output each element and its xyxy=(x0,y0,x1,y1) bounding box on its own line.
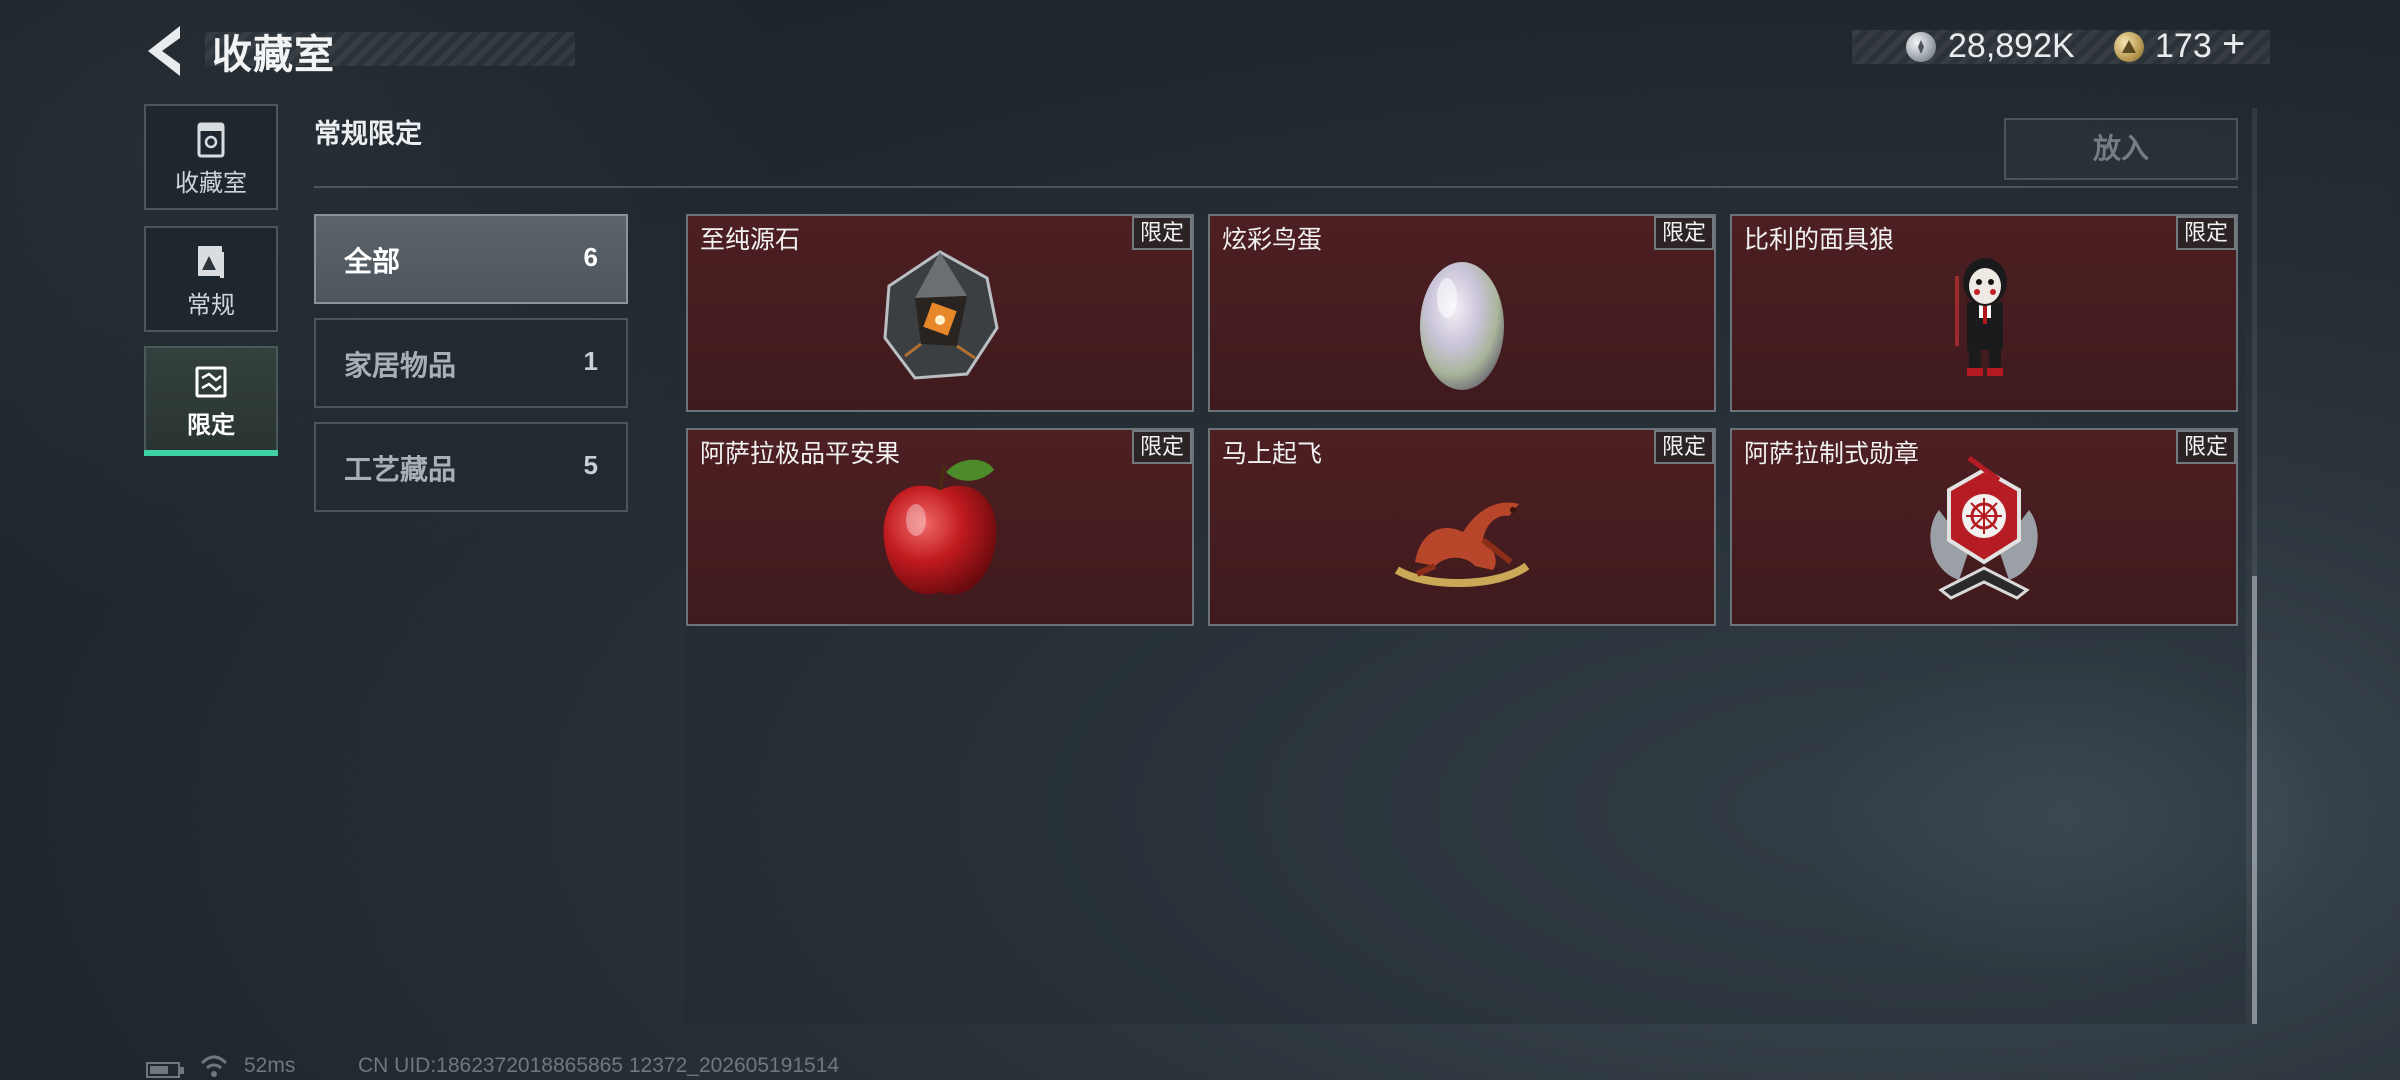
limited-badge: 限定 xyxy=(1654,430,1714,464)
item-card[interactable]: 阿萨拉极品平安果 限定 xyxy=(686,428,1194,626)
puppet-doll-icon xyxy=(1955,258,2007,376)
uid-text: CN UID:1862372018865865 12372_2026051915… xyxy=(358,1054,840,1077)
display-case-icon xyxy=(197,122,225,158)
medal-icon xyxy=(1930,455,2038,600)
nav-label: 常规 xyxy=(187,292,235,319)
horse-statue-icon xyxy=(1394,502,1530,587)
apple-icon xyxy=(883,459,997,595)
limited-badge: 限定 xyxy=(2176,216,2236,250)
limited-badge: 限定 xyxy=(1132,216,1192,250)
item-name: 至纯源石 xyxy=(700,226,801,254)
gold-coin-icon xyxy=(2114,32,2144,62)
back-arrow-icon xyxy=(148,26,180,76)
ping-text: 52ms xyxy=(244,1054,296,1077)
category-label: 家居物品 xyxy=(344,350,457,381)
category-count: 1 xyxy=(583,346,598,376)
category-home-items[interactable]: 家居物品 1 xyxy=(314,318,628,408)
nav-item-collection-room[interactable]: 收藏室 xyxy=(144,104,278,210)
scrollbar[interactable] xyxy=(2252,108,2257,1024)
section-divider xyxy=(314,186,2238,188)
active-indicator xyxy=(144,450,278,456)
item-card[interactable]: 阿萨拉制式勋章 限定 xyxy=(1730,428,2238,626)
item-name: 炫彩鸟蛋 xyxy=(1222,226,1323,254)
item-name: 阿萨拉制式勋章 xyxy=(1744,440,1920,468)
card-icon xyxy=(198,246,224,278)
nav-label: 限定 xyxy=(187,412,235,439)
item-name: 比利的面具狼 xyxy=(1744,226,1895,254)
item-card[interactable]: 炫彩鸟蛋 限定 xyxy=(1208,214,1716,412)
put-in-button[interactable]: 放入 xyxy=(2004,118,2238,180)
nav-item-regular[interactable]: 常规 xyxy=(144,226,278,332)
item-name: 马上起飞 xyxy=(1222,440,1323,468)
limited-icon xyxy=(195,366,227,398)
nav-item-limited[interactable]: 限定 xyxy=(144,346,278,456)
silver-coin-icon xyxy=(1906,32,1936,62)
nav-label: 收藏室 xyxy=(175,170,247,197)
category-count: 5 xyxy=(583,450,598,480)
page-title: 收藏室 xyxy=(212,33,335,77)
wifi-icon xyxy=(200,1055,228,1077)
add-currency-button[interactable]: + xyxy=(2222,22,2245,67)
limited-badge: 限定 xyxy=(1654,216,1714,250)
back-button[interactable] xyxy=(140,22,190,80)
crystal-stone-icon xyxy=(883,250,999,380)
silver-amount: 28,892K xyxy=(1948,27,2075,65)
category-crafts[interactable]: 工艺藏品 5 xyxy=(314,422,628,512)
item-card[interactable]: 比利的面具狼 限定 xyxy=(1730,214,2238,412)
limited-badge: 限定 xyxy=(1132,430,1192,464)
item-card[interactable]: 至纯源石 限定 xyxy=(686,214,1194,412)
category-all[interactable]: 全部 6 xyxy=(314,214,628,304)
scroll-thumb[interactable] xyxy=(2252,576,2257,1024)
limited-badge: 限定 xyxy=(2176,430,2236,464)
iridescent-egg-icon xyxy=(1420,262,1504,390)
item-card[interactable]: 马上起飞 限定 xyxy=(1208,428,1716,626)
battery-icon xyxy=(146,1062,184,1078)
category-label: 工艺藏品 xyxy=(344,454,457,485)
category-label: 全部 xyxy=(344,246,401,277)
gold-amount: 173 xyxy=(2155,27,2212,65)
category-count: 6 xyxy=(583,242,598,272)
section-title: 常规限定 xyxy=(314,119,422,149)
